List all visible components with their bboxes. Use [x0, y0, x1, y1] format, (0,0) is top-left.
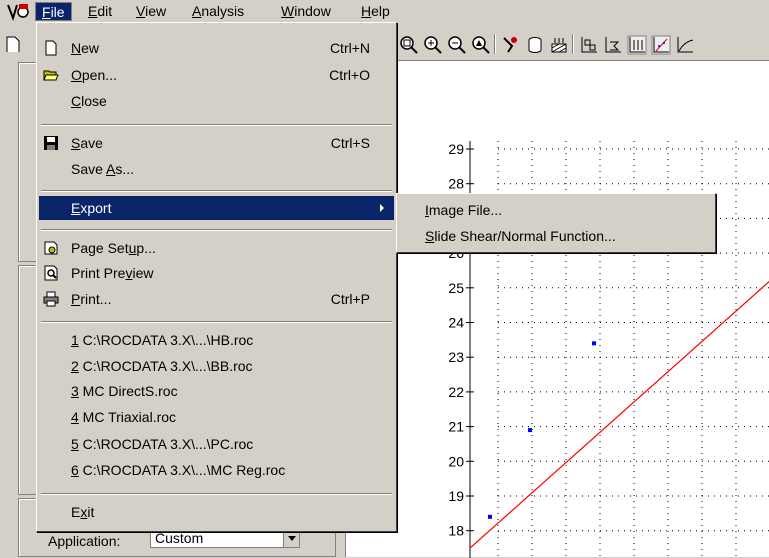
zoom-in-icon[interactable]: [422, 34, 444, 56]
fit-line: [469, 280, 769, 549]
menu-item-recent-6[interactable]: 6 C:\ROCDATA 3.X\...\MC Reg.roc: [39, 458, 394, 482]
menu-help[interactable]: Help: [355, 2, 396, 21]
submenu-arrow-icon: [380, 204, 384, 212]
menu-item-recent-1[interactable]: 1 C:\ROCDATA 3.X\...\HB.roc: [39, 328, 394, 352]
menu-item-recent-2[interactable]: 2 C:\ROCDATA 3.X\...\BB.roc: [39, 354, 394, 378]
export-submenu: Image File... Slide Shear/Normal Functio…: [396, 193, 716, 253]
page-setup-icon: [44, 241, 58, 255]
menu-separator: [41, 124, 392, 126]
y-tick-label: 19: [448, 488, 464, 504]
menu-item-save[interactable]: Save Ctrl+S: [39, 131, 394, 155]
zoom-out-icon[interactable]: [446, 34, 468, 56]
data-point: [488, 514, 492, 519]
zoom-all-icon[interactable]: [398, 34, 420, 56]
y-tick-label: 21: [448, 419, 464, 435]
strength-chart: 181920212223242526272829: [448, 141, 769, 558]
y-tick-label: 23: [448, 349, 464, 365]
y-tick-label: 20: [448, 453, 464, 469]
menu-item-recent-3[interactable]: 3 MC DirectS.roc: [39, 379, 394, 403]
submenu-item-slide-shear[interactable]: Slide Shear/Normal Function...: [425, 224, 616, 248]
y-tick-label: 24: [448, 315, 464, 331]
y-tick-label: 18: [448, 523, 464, 539]
chart-sigma-icon[interactable]: [602, 34, 624, 56]
printer-icon: [43, 291, 59, 307]
y-tick-label: 28: [448, 176, 464, 192]
menu-item-close[interactable]: Close: [39, 89, 394, 113]
menu-item-save-as[interactable]: Save As...: [39, 157, 394, 181]
menu-separator: [41, 321, 392, 323]
y-tick-label: 22: [448, 384, 464, 400]
application-value: Custom: [155, 530, 204, 546]
chart-grid-icon[interactable]: [626, 34, 648, 56]
app-logo-icon[interactable]: [6, 2, 32, 21]
menu-item-open[interactable]: Open... Ctrl+O: [39, 63, 394, 87]
menu-item-recent-4[interactable]: 4 MC Triaxial.roc: [39, 405, 394, 429]
plot-area[interactable]: 181920212223242526272829: [345, 60, 769, 558]
menu-separator: [41, 229, 392, 231]
application-label: Application:: [48, 533, 121, 549]
chart-stress-icon[interactable]: [578, 34, 600, 56]
menu-file[interactable]: File: [35, 2, 72, 21]
menu-edit[interactable]: Edit: [82, 2, 118, 21]
data-point: [528, 428, 532, 433]
menu-item-print-preview[interactable]: Print Preview: [39, 261, 394, 285]
menu-separator: [41, 493, 392, 495]
zoom-window-icon[interactable]: [470, 34, 492, 56]
menu-view[interactable]: View: [130, 2, 172, 21]
menu-bar: File Edit View Analysis Window Help: [0, 0, 769, 22]
file-menu-dropdown: New Ctrl+N Open... Ctrl+O Close Save Ctr…: [36, 22, 397, 532]
menu-window[interactable]: Window: [275, 2, 337, 21]
toolbar-separator: [572, 34, 574, 54]
menu-item-print[interactable]: Print... Ctrl+P: [39, 287, 394, 311]
save-disk-icon: [44, 136, 58, 150]
y-tick-label: 29: [448, 141, 464, 157]
chart-fit-icon[interactable]: [650, 34, 672, 56]
submenu-item-image-file[interactable]: Image File...: [425, 198, 502, 222]
menu-item-page-setup[interactable]: Page Setup...: [39, 236, 394, 260]
print-preview-icon: [44, 265, 58, 281]
menu-item-exit[interactable]: Exit: [39, 500, 394, 524]
sample-icon[interactable]: [524, 34, 546, 56]
menu-analysis[interactable]: Analysis: [186, 2, 250, 21]
toolbar-separator: [494, 34, 496, 54]
y-tick-label: 25: [448, 280, 464, 296]
menu-separator: [41, 190, 392, 192]
open-folder-icon: [43, 70, 59, 81]
pick-tool-icon[interactable]: [500, 34, 522, 56]
menu-item-export[interactable]: Export: [39, 196, 394, 220]
menu-item-new[interactable]: New Ctrl+N: [39, 36, 394, 60]
menu-item-recent-5[interactable]: 5 C:\ROCDATA 3.X\...\PC.roc: [39, 432, 394, 456]
hatch-fill-icon[interactable]: [548, 34, 570, 56]
new-document-icon: [45, 40, 57, 56]
data-point: [592, 341, 596, 346]
chart-envelope-icon[interactable]: [674, 34, 696, 56]
